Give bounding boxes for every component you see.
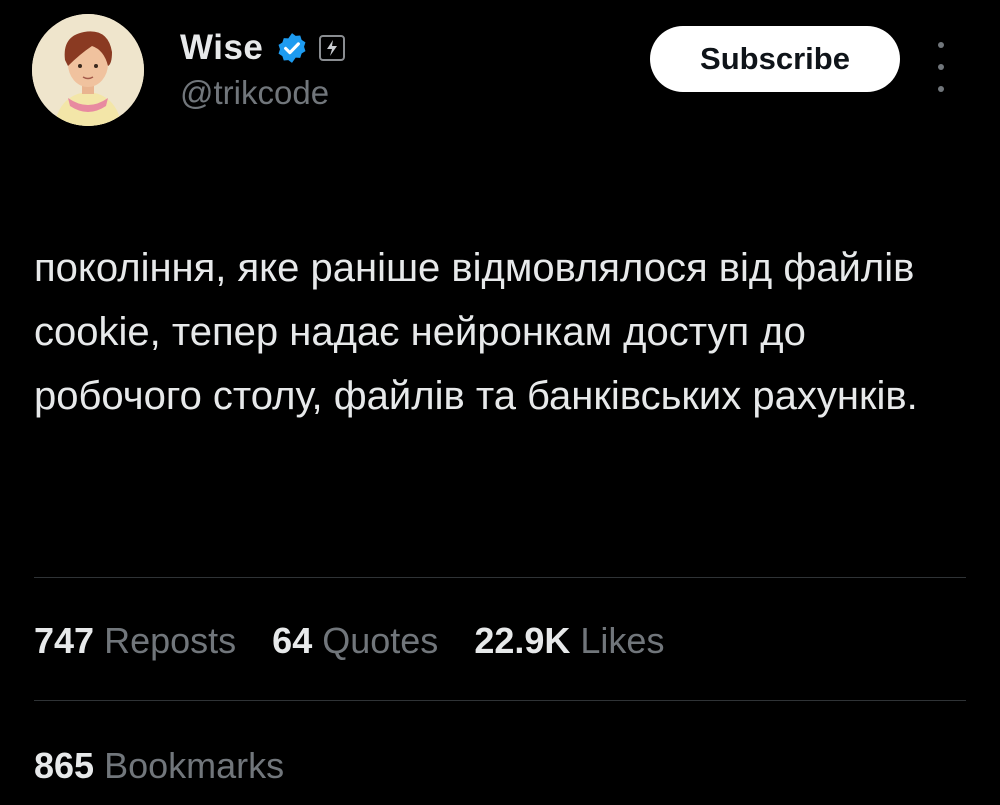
bookmarks-count: 865 <box>34 745 95 786</box>
author-name[interactable]: Wise <box>180 28 263 68</box>
reposts-label: Reposts <box>104 620 237 661</box>
tweet-text: покоління, яке раніше відмовлялося від ф… <box>34 246 918 418</box>
quotes-label: Quotes <box>322 620 439 661</box>
author-name-row: Wise <box>180 28 346 68</box>
author-handle[interactable]: @trikcode <box>180 74 329 112</box>
subscribe-button[interactable]: Subscribe <box>650 26 900 92</box>
divider <box>34 700 966 701</box>
quotes-count: 64 <box>272 620 313 661</box>
lightning-badge-icon <box>319 35 346 61</box>
divider <box>34 577 966 578</box>
bookmarks-label: Bookmarks <box>104 745 285 786</box>
more-options-icon[interactable] <box>931 42 951 92</box>
likes-label: Likes <box>580 620 665 661</box>
engagement-stats: 747 Reposts 64 Quotes 22.9K Likes <box>34 620 700 662</box>
quotes-stat[interactable]: 64 Quotes <box>272 620 438 662</box>
bookmarks-stat[interactable]: 865 Bookmarks <box>34 745 284 787</box>
avatar-illustration <box>32 14 144 126</box>
reposts-count: 747 <box>34 620 95 661</box>
reposts-stat[interactable]: 747 Reposts <box>34 620 236 662</box>
likes-count: 22.9K <box>474 620 571 661</box>
tweet-header: Wise @trikcode Subscribe <box>32 14 972 130</box>
avatar[interactable] <box>32 14 144 126</box>
likes-stat[interactable]: 22.9K Likes <box>474 620 664 662</box>
verified-badge-icon <box>278 33 306 63</box>
